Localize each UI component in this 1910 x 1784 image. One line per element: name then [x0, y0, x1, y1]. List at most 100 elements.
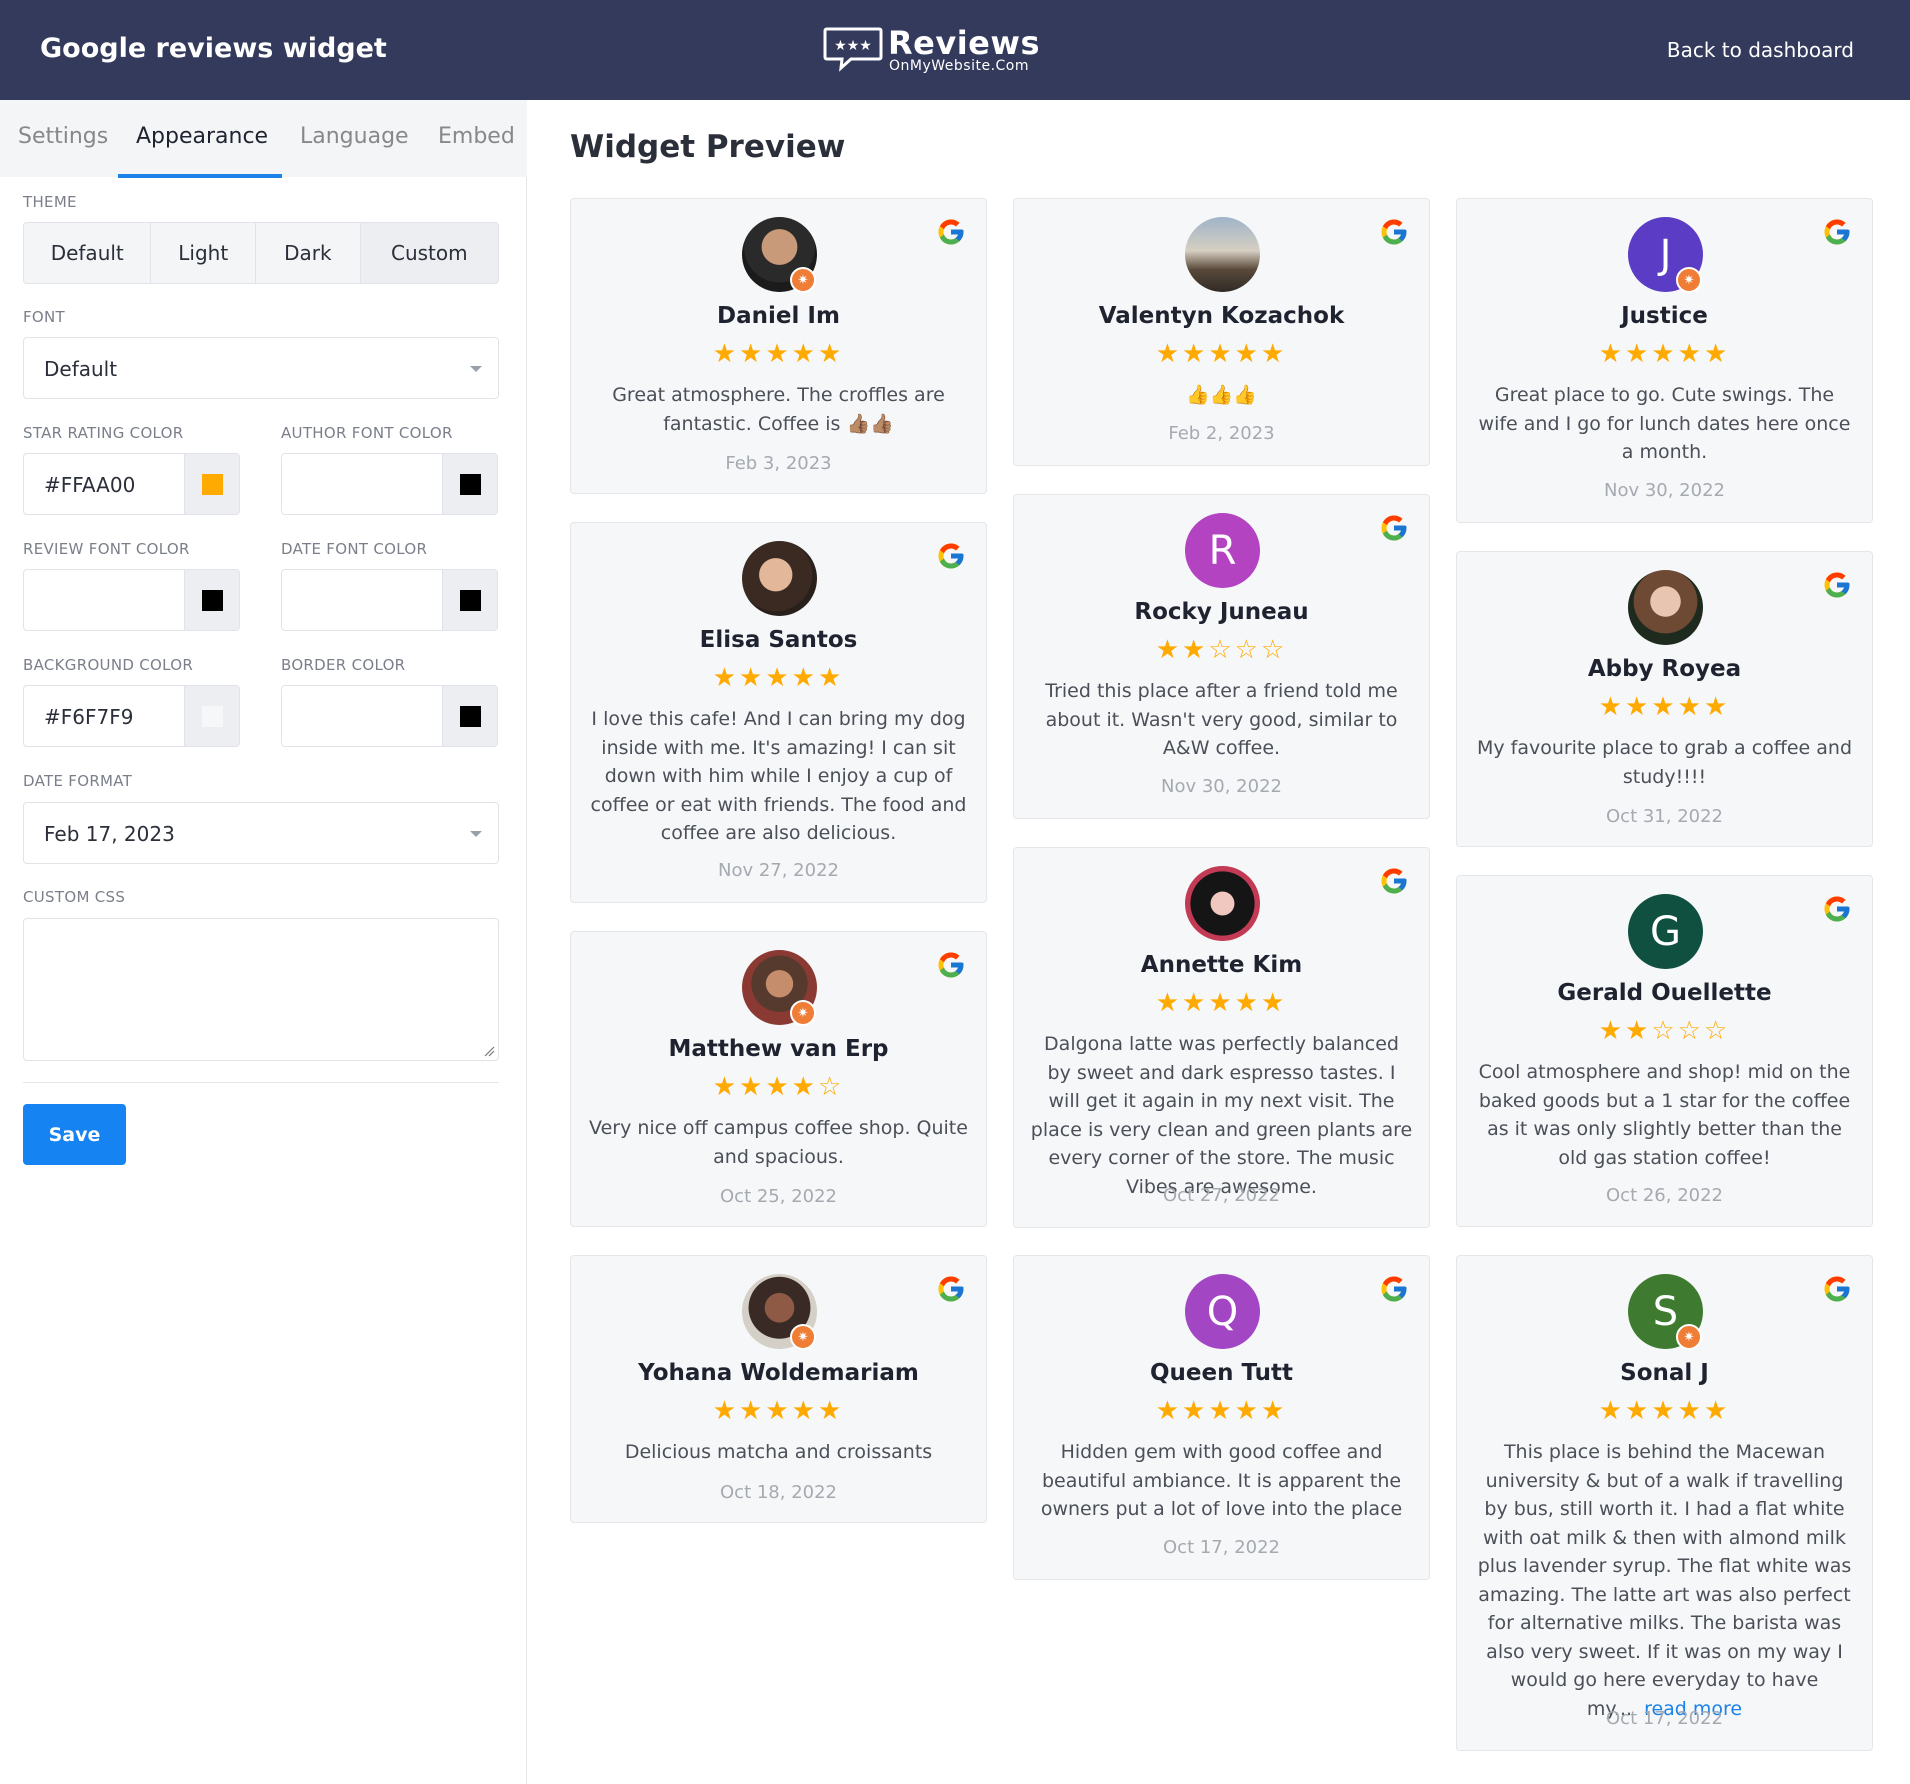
svg-text:★★★: ★★★ [834, 38, 872, 54]
star-rating: ★★☆☆☆ [1155, 635, 1288, 665]
chevron-down-icon [470, 366, 482, 372]
star-rating: ★★★★★ [712, 1396, 845, 1426]
theme-dark-button[interactable]: Dark [256, 223, 361, 283]
background-color-field[interactable]: #F6F7F9 [23, 685, 240, 747]
review-date: Oct 26, 2022 [1606, 1185, 1723, 1206]
theme-custom-button[interactable]: Custom [360, 223, 498, 283]
theme-selector: Default Light Dark Custom [23, 222, 499, 284]
tab-language[interactable]: Language [300, 124, 409, 149]
review-date: Oct 31, 2022 [1606, 806, 1723, 827]
star-color-value: #FFAA00 [44, 473, 136, 497]
avatar: G [1628, 894, 1703, 969]
date-format-label: DATE FORMAT [23, 772, 133, 790]
tab-settings[interactable]: Settings [18, 124, 108, 149]
color-swatch [460, 474, 481, 495]
star-color-field[interactable]: #FFAA00 [23, 453, 240, 515]
reviewer-name: Valentyn Kozachok [1098, 303, 1345, 329]
google-icon [1379, 513, 1409, 543]
chevron-down-icon [470, 831, 482, 837]
page-title: Google reviews widget [40, 33, 387, 64]
review-color-picker[interactable] [184, 570, 239, 630]
review-date: Feb 2, 2023 [1168, 423, 1275, 444]
star-rating: ★★★★★ [1598, 692, 1731, 722]
widget-preview-title: Widget Preview [570, 129, 846, 165]
review-text: My favourite place to grab a coffee and … [1473, 734, 1856, 791]
review-card: R Rocky Juneau ★★☆☆☆ Tried this place after… [1013, 494, 1430, 819]
author-color-field[interactable] [281, 453, 498, 515]
review-body: Tried this place after a friend told me … [1045, 680, 1398, 759]
review-text: I love this cafe! And I can bring my dog… [587, 705, 970, 848]
custom-css-label: CUSTOM CSS [23, 888, 126, 906]
review-body: This place is behind the Macewan univers… [1477, 1441, 1852, 1720]
divider [23, 1082, 499, 1083]
google-icon [1822, 217, 1852, 247]
reviewer-name: Sonal J [1620, 1360, 1709, 1386]
star-color-picker[interactable] [184, 454, 239, 514]
review-body: Very nice off campus coffee shop. Quite … [589, 1117, 968, 1168]
google-icon [1822, 570, 1852, 600]
review-text: Delicious matcha and croissants [587, 1438, 970, 1467]
color-swatch [202, 706, 223, 727]
review-card: Annette Kim ★★★★★ Dalgona latte was perfec… [1013, 847, 1430, 1228]
tab-appearance[interactable]: Appearance [136, 124, 268, 149]
avatar [1628, 570, 1703, 645]
reviewer-name: Annette Kim [1140, 952, 1303, 978]
back-to-dashboard-link[interactable]: Back to dashboard [1667, 38, 1854, 62]
star-rating: ★★★★★ [1155, 988, 1288, 1018]
local-guide-badge-icon: ✷ [1676, 267, 1702, 293]
review-body: Hidden gem with good coffee and beautifu… [1040, 1441, 1403, 1520]
border-color-field[interactable] [281, 685, 498, 747]
review-date: Feb 3, 2023 [725, 453, 832, 474]
star-rating: ★★★★☆ [712, 1072, 845, 1102]
review-text: This place is behind the Macewan univers… [1473, 1438, 1856, 1723]
author-color-picker[interactable] [442, 454, 497, 514]
review-date: Nov 30, 2022 [1160, 776, 1282, 797]
author-color-label: AUTHOR FONT COLOR [281, 424, 453, 442]
review-date: Oct 17, 2022 [1606, 1708, 1723, 1729]
resize-handle-icon[interactable] [483, 1045, 495, 1057]
color-swatch [202, 590, 223, 611]
reviewer-name: Elisa Santos [699, 627, 858, 653]
review-text: Cool atmosphere and shop! mid on the bak… [1473, 1058, 1856, 1172]
review-card: Abby Royea ★★★★★ My favourite place to gra… [1456, 551, 1873, 847]
review-color-label: REVIEW FONT COLOR [23, 540, 190, 558]
google-icon [1822, 1274, 1852, 1304]
local-guide-badge-icon: ✷ [1676, 1324, 1702, 1350]
review-body: My favourite place to grab a coffee and … [1476, 737, 1853, 788]
reviewer-name: Gerald Ouellette [1557, 980, 1772, 1006]
avatar [742, 541, 817, 616]
date-format-value: Feb 17, 2023 [44, 822, 175, 846]
review-card: J ✷ Justice ★★★★★ Great place to go. Cute sw… [1456, 198, 1873, 523]
font-select[interactable]: Default [23, 337, 499, 399]
background-color-value: #F6F7F9 [44, 705, 134, 729]
date-color-field[interactable] [281, 569, 498, 631]
avatar: Q [1185, 1274, 1260, 1349]
brand-logo: ★★★ Reviews OnMyWebsite.Com [823, 24, 1043, 76]
star-rating: ★★★★★ [1598, 1396, 1731, 1426]
tab-embed[interactable]: Embed [438, 124, 515, 149]
color-swatch [460, 706, 481, 727]
theme-default-button[interactable]: Default [24, 223, 152, 283]
background-color-picker[interactable] [184, 686, 239, 746]
top-bar: Google reviews widget ★★★ Reviews OnMyWe… [0, 0, 1910, 100]
reviewer-name: Queen Tutt [1149, 1360, 1294, 1386]
review-body: I love this cafe! And I can bring my dog… [590, 708, 967, 844]
star-rating: ★★★★★ [712, 663, 845, 693]
avatar: R [1185, 513, 1260, 588]
theme-light-button[interactable]: Light [151, 223, 257, 283]
review-body: Dalgona latte was perfectly balanced by … [1030, 1033, 1413, 1198]
logo-subtext: OnMyWebsite.Com [889, 58, 1029, 74]
review-color-field[interactable] [23, 569, 240, 631]
review-card: ✷ Yohana Woldemariam ★★★★★ Delicious matcha… [570, 1255, 987, 1523]
date-color-label: DATE FONT COLOR [281, 540, 428, 558]
active-tab-indicator [118, 174, 282, 178]
reviewer-name: Daniel Im [717, 303, 840, 329]
custom-css-textarea[interactable] [23, 918, 499, 1061]
border-color-picker[interactable] [442, 686, 497, 746]
tab-bar: Settings Appearance Language Embed [0, 100, 527, 178]
date-format-select[interactable]: Feb 17, 2023 [23, 802, 499, 864]
save-button[interactable]: Save [23, 1104, 126, 1165]
date-color-picker[interactable] [442, 570, 497, 630]
border-color-label: BORDER COLOR [281, 656, 406, 674]
review-body: Delicious matcha and croissants [624, 1441, 933, 1463]
